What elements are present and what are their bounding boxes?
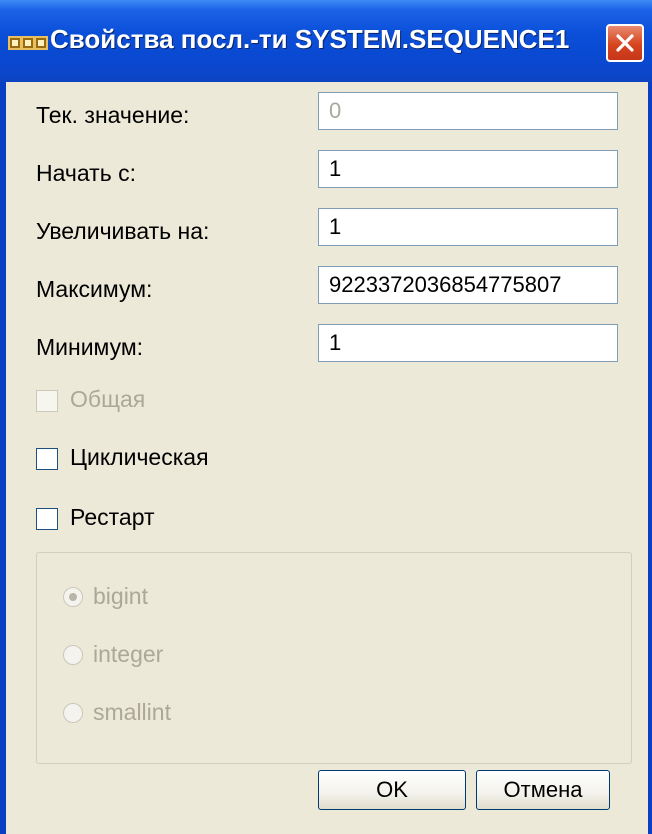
cyclic-checkbox[interactable]	[36, 448, 58, 470]
minimum-field[interactable]	[318, 324, 618, 362]
data-type-group: bigint integer smallint	[36, 552, 632, 764]
increment-by-field[interactable]	[318, 208, 618, 246]
window-title: Свойства посл.-ти SYSTEM.SEQUENCE1	[50, 24, 570, 54]
shared-checkbox[interactable]	[36, 390, 58, 412]
maximum-label: Максимум:	[36, 276, 153, 302]
radio-bigint-label: bigint	[93, 583, 148, 609]
close-icon	[616, 34, 634, 52]
cyclic-checkbox-label[interactable]: Циклическая	[70, 444, 209, 471]
radio-selected-dot	[69, 593, 77, 601]
start-with-field[interactable]	[318, 150, 618, 188]
radio-bigint[interactable]	[63, 587, 83, 607]
minimum-label: Минимум:	[36, 334, 144, 360]
radio-integer-label: integer	[93, 641, 164, 667]
current-value-label: Тек. значение:	[36, 102, 190, 128]
cancel-button[interactable]: Отмена	[476, 770, 610, 810]
close-button[interactable]	[606, 24, 644, 62]
title-bar[interactable]: Свойства посл.-ти SYSTEM.SEQUENCE1	[0, 0, 652, 82]
shared-checkbox-label: Общая	[70, 386, 146, 412]
increment-by-label: Увеличивать на:	[36, 218, 210, 244]
restart-checkbox-label[interactable]: Рестарт	[70, 504, 155, 531]
sequence-icon	[8, 36, 48, 50]
radio-smallint-label: smallint	[93, 699, 171, 725]
radio-smallint[interactable]	[63, 703, 83, 723]
radio-integer[interactable]	[63, 645, 83, 665]
sequence-properties-dialog: Свойства посл.-ти SYSTEM.SEQUENCE1 Тек. …	[0, 0, 652, 834]
ok-button[interactable]: OK	[318, 770, 466, 810]
current-value-field[interactable]	[318, 92, 618, 130]
maximum-field[interactable]	[318, 266, 618, 304]
dialog-body: Тек. значение: Начать с: Увеличивать на:…	[6, 82, 648, 834]
restart-checkbox[interactable]	[36, 508, 58, 530]
start-with-label: Начать с:	[36, 160, 136, 186]
